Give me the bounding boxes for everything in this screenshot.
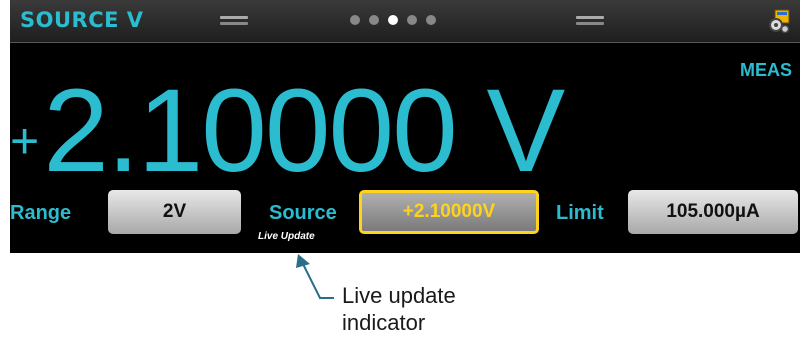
annotation-arrow-icon	[296, 254, 334, 299]
reading-sign: +	[10, 113, 40, 169]
page-dot-active[interactable]	[388, 15, 398, 25]
page-dot[interactable]	[369, 15, 379, 25]
annotation-label-line1: Live update	[342, 283, 456, 308]
page-dot[interactable]	[426, 15, 436, 25]
range-label: Range	[10, 202, 72, 224]
swipe-right-handle-icon[interactable]	[576, 14, 604, 28]
swipe-left-handle-icon[interactable]	[220, 14, 248, 28]
page-dot[interactable]	[350, 15, 360, 25]
live-update-indicator: Live Update	[258, 231, 315, 242]
range-button[interactable]: 2V	[108, 190, 241, 234]
limit-button[interactable]: 105.000µA	[628, 190, 798, 234]
title-bar: SOURCE V	[10, 0, 800, 43]
screen-title: SOURCE V	[20, 8, 144, 32]
instrument-display: SOURCE V MEAS +2.10000 V Range 2V Source…	[10, 0, 800, 253]
source-label: Source	[269, 202, 337, 224]
page-indicator	[350, 15, 445, 27]
limit-label: Limit	[556, 202, 604, 224]
source-value-button[interactable]: +2.10000V	[359, 190, 539, 234]
annotation-label-line2: indicator	[342, 310, 426, 335]
page-dot[interactable]	[407, 15, 417, 25]
measure-mode-label: MEAS	[739, 60, 792, 80]
main-reading: +2.10000 V	[10, 72, 565, 190]
system-event-icon[interactable]	[768, 9, 790, 34]
reading-value: 2.10000 V	[43, 65, 565, 197]
